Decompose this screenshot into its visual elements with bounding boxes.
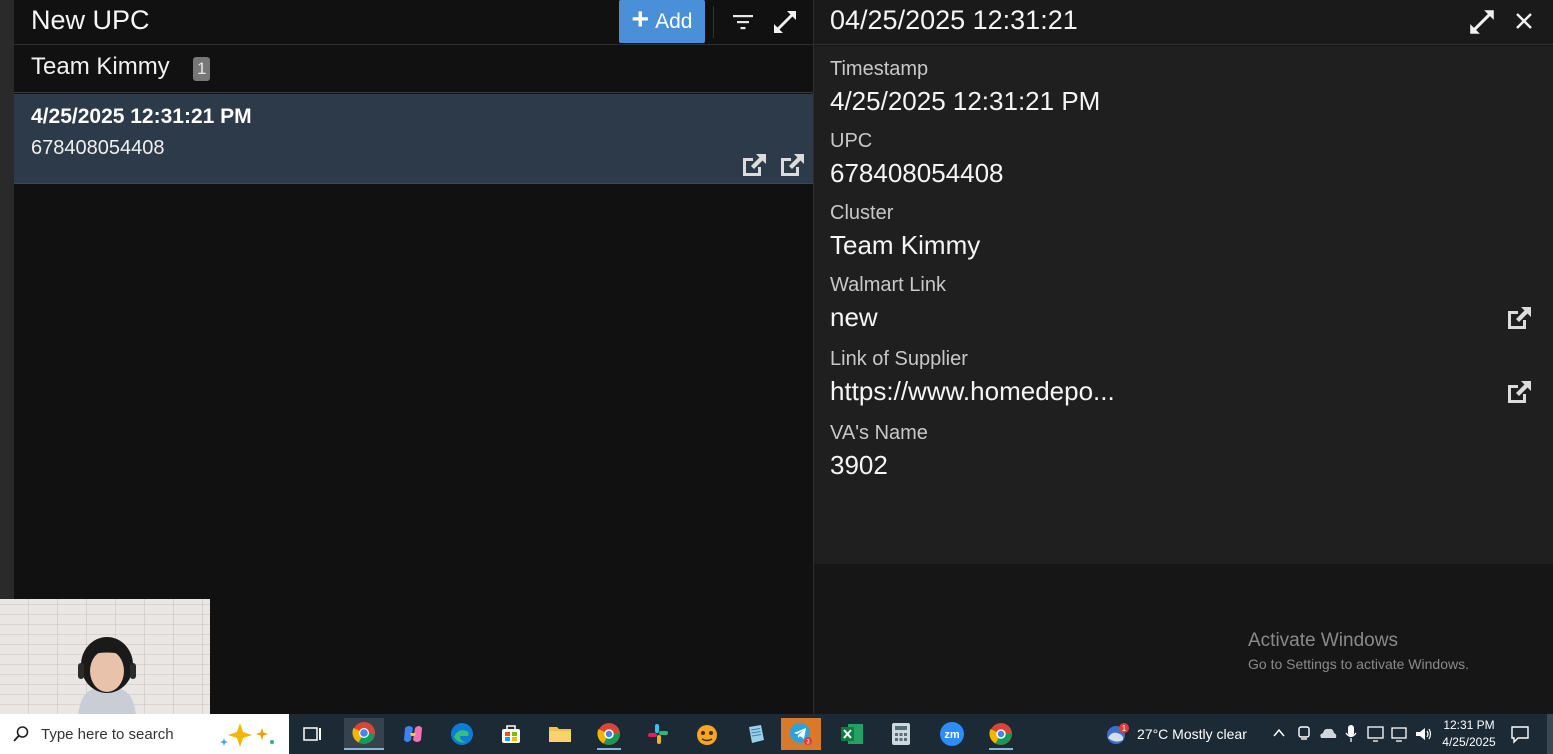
notification-icon[interactable] <box>1510 724 1530 744</box>
field-value: Team Kimmy <box>830 230 981 260</box>
svg-text:zm: zm <box>944 729 960 741</box>
field-upc: UPC 678408054408 <box>830 130 1530 189</box>
record-upc: 678408054408 <box>31 137 165 159</box>
watermark-line1: Activate Windows <box>1248 630 1398 651</box>
field-value: 678408054408 <box>830 158 1004 188</box>
header-divider <box>713 6 714 38</box>
field-label: UPC <box>830 130 873 152</box>
app-root: New UPC + Add Team Kimmy 1 4/25/2025 12:… <box>0 0 1553 754</box>
task-view-icon[interactable] <box>293 718 333 750</box>
taskbar-search-box[interactable]: Type here to search <box>0 714 289 754</box>
field-label: Walmart Link <box>830 274 946 296</box>
watermark-line2: Go to Settings to activate Windows. <box>1248 656 1469 672</box>
field-value[interactable]: new <box>830 302 1530 333</box>
list-item[interactable]: 4/25/2025 12:31:21 PM 678408054408 <box>14 94 813 184</box>
field-value: 4/25/2025 12:31:21 PM <box>830 86 1101 116</box>
detail-title: 04/25/2025 12:31:21 <box>830 5 1078 35</box>
field-label: VA's Name <box>830 422 928 444</box>
expand-icon[interactable] <box>771 8 799 36</box>
onedrive-icon[interactable] <box>1318 725 1338 743</box>
field-supplier-link: Link of Supplier https://www.homedepo... <box>830 348 1530 407</box>
file-explorer-icon[interactable] <box>540 718 580 750</box>
chrome-t-icon[interactable] <box>981 718 1021 750</box>
meet-now-icon[interactable] <box>1296 725 1312 743</box>
person-video <box>78 637 136 714</box>
taskbar-clock[interactable]: 12:31 PM 4/25/2025 <box>1438 717 1500 751</box>
field-cluster: Cluster Team Kimmy <box>830 202 1530 261</box>
chrome-icon[interactable] <box>344 718 384 750</box>
add-button[interactable]: + Add <box>619 0 705 43</box>
windows-taskbar: Type here to search 3 zm 1 27°C Mostly c… <box>0 714 1553 754</box>
detail-header: 04/25/2025 12:31:21 <box>814 0 1553 45</box>
list-header: New UPC + Add <box>14 0 813 45</box>
microsoft-store-icon[interactable] <box>491 718 531 750</box>
expand-icon[interactable] <box>1467 7 1497 37</box>
field-label: Cluster <box>830 202 894 224</box>
group-header-team-kimmy[interactable]: Team Kimmy 1 <box>14 46 813 93</box>
svg-text:1: 1 <box>1122 724 1127 733</box>
game-app-icon[interactable] <box>687 718 727 750</box>
record-timestamp: 4/25/2025 12:31:21 PM <box>31 105 252 128</box>
plus-icon: + <box>631 3 650 36</box>
calculator-icon[interactable] <box>881 718 921 750</box>
show-desktop-button[interactable] <box>1547 714 1553 754</box>
field-va-name: VA's Name 3902 <box>830 422 1530 481</box>
clock-time: 12:31 PM <box>1443 718 1495 732</box>
field-value[interactable]: https://www.homedepo... <box>830 376 1530 407</box>
filter-icon[interactable] <box>732 12 754 32</box>
running-indicator <box>989 748 1013 750</box>
copilot-sparkle-icon <box>220 723 274 747</box>
field-timestamp: Timestamp 4/25/2025 12:31:21 PM <box>830 58 1530 117</box>
webcam-overlay <box>0 599 210 714</box>
detail-pane: 04/25/2025 12:31:21 Timestamp 4/25/2025 … <box>814 0 1553 714</box>
weather-icon[interactable]: 1 <box>1104 722 1130 746</box>
field-value: 3902 <box>830 450 888 480</box>
group-name: Team Kimmy <box>31 53 170 80</box>
display-icon[interactable] <box>1366 725 1386 743</box>
clock-date: 4/25/2025 <box>1442 735 1496 749</box>
chrome-profile-icon[interactable] <box>589 718 629 750</box>
slack-icon[interactable] <box>638 718 678 750</box>
edge-icon[interactable] <box>442 718 482 750</box>
field-label: Link of Supplier <box>830 348 968 370</box>
list-title: New UPC <box>31 5 150 35</box>
network-icon[interactable] <box>1390 725 1410 743</box>
field-walmart-link: Walmart Link new <box>830 274 1530 333</box>
notes-app-icon[interactable] <box>736 718 776 750</box>
copilot-icon[interactable] <box>393 718 433 750</box>
telegram-icon[interactable]: 3 <box>781 718 821 750</box>
activate-windows-watermark: Activate Windows Go to Settings to activ… <box>1248 630 1469 672</box>
external-link-icon[interactable] <box>1504 377 1534 407</box>
excel-icon[interactable] <box>832 718 872 750</box>
detail-body: Timestamp 4/25/2025 12:31:21 PM UPC 6784… <box>814 46 1553 564</box>
group-count-badge: 1 <box>193 57 211 81</box>
chevron-up-icon[interactable] <box>1272 727 1286 739</box>
search-placeholder: Type here to search <box>41 726 174 743</box>
running-indicator <box>597 748 621 750</box>
weather-text[interactable]: 27°C Mostly clear <box>1137 726 1247 742</box>
field-label: Timestamp <box>830 58 929 80</box>
external-link-icon[interactable] <box>1504 303 1534 333</box>
volume-icon[interactable] <box>1414 725 1434 743</box>
external-link-icon[interactable] <box>777 151 807 179</box>
close-icon[interactable] <box>1513 9 1535 33</box>
add-button-label: Add <box>655 9 693 33</box>
microphone-icon[interactable] <box>1344 724 1358 744</box>
search-icon <box>13 726 29 742</box>
external-link-icon[interactable] <box>739 151 769 179</box>
zoom-icon[interactable]: zm <box>932 718 972 750</box>
